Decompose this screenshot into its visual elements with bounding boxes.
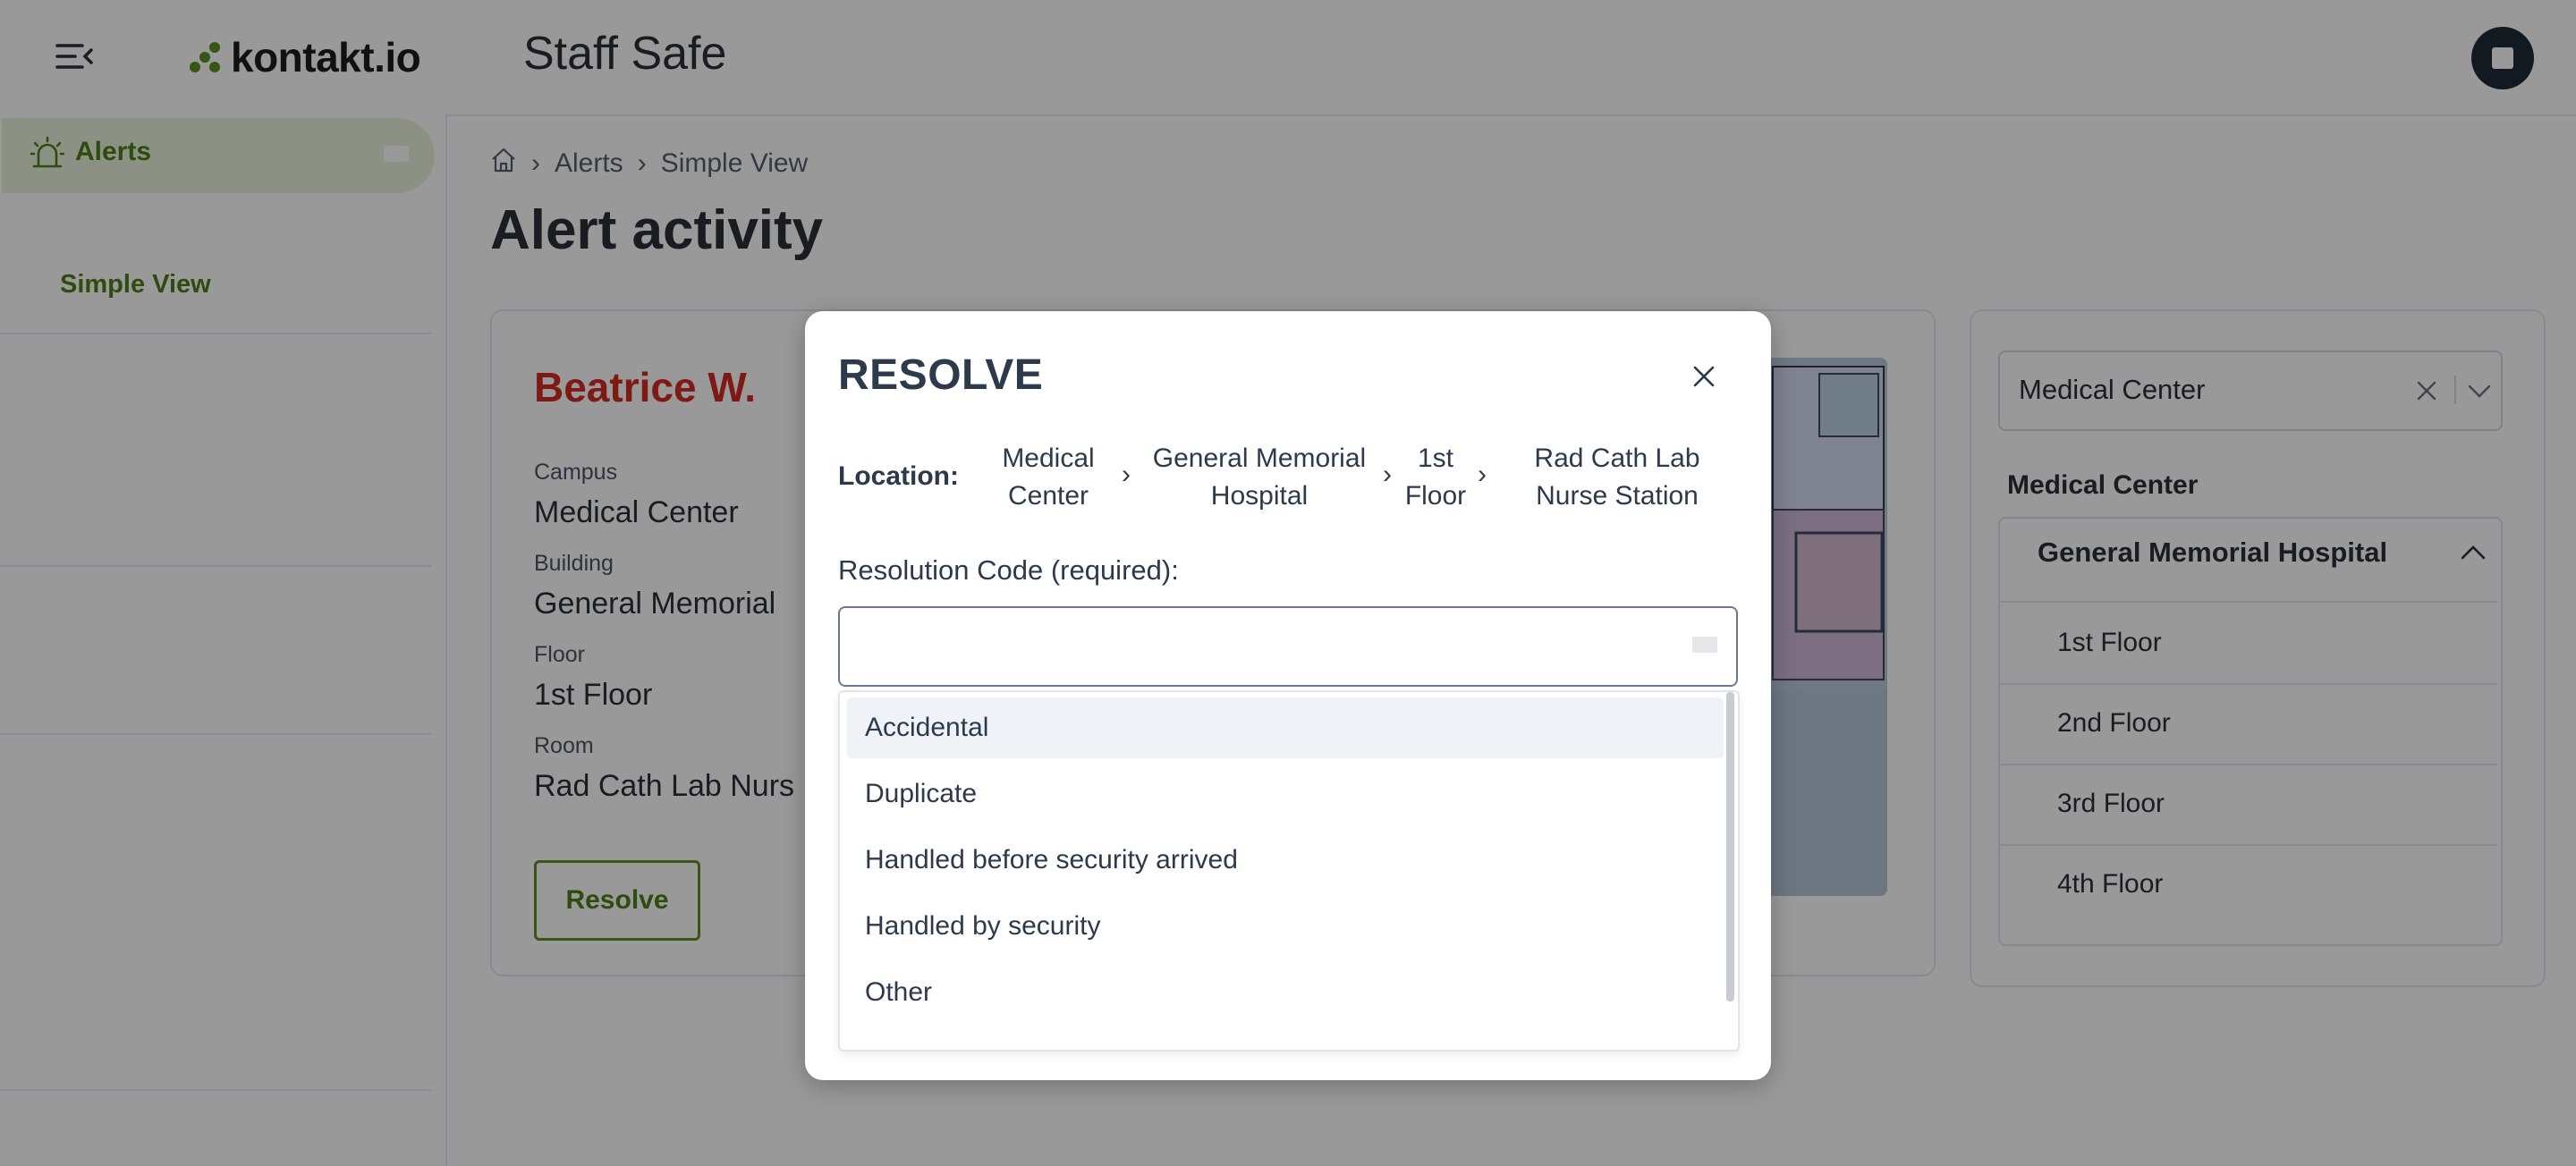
option-handled-by-security[interactable]: Handled by security <box>847 896 1724 957</box>
resolution-code-select[interactable] <box>838 606 1738 687</box>
location-floor: 1st Floor <box>1404 444 1467 511</box>
chevron-right-icon: › <box>1122 460 1131 489</box>
option-duplicate[interactable]: Duplicate <box>847 764 1724 824</box>
location-building: General Memorial Hospital <box>1152 444 1367 511</box>
option-accidental[interactable]: Accidental <box>847 697 1724 758</box>
location-room: Rad Cath Lab Nurse Station <box>1534 444 1700 511</box>
modal-title: RESOLVE <box>838 351 1044 399</box>
close-icon[interactable] <box>1689 361 1719 392</box>
option-other[interactable]: Other <box>847 962 1724 1023</box>
location-label: Location: <box>838 461 959 491</box>
chevron-right-icon: › <box>1383 460 1392 489</box>
resolution-code-dropdown: Accidental Duplicate Handled before secu… <box>838 690 1740 1052</box>
resolution-code-label: Resolution Code (required): <box>838 554 1179 586</box>
option-handled-before-security[interactable]: Handled before security arrived <box>847 830 1724 891</box>
chevron-right-icon: › <box>1478 460 1487 489</box>
dropdown-scrollbar[interactable] <box>1726 692 1734 1001</box>
dropdown-indicator-icon[interactable] <box>1692 637 1717 653</box>
location-campus: Medical Center <box>1002 444 1095 511</box>
